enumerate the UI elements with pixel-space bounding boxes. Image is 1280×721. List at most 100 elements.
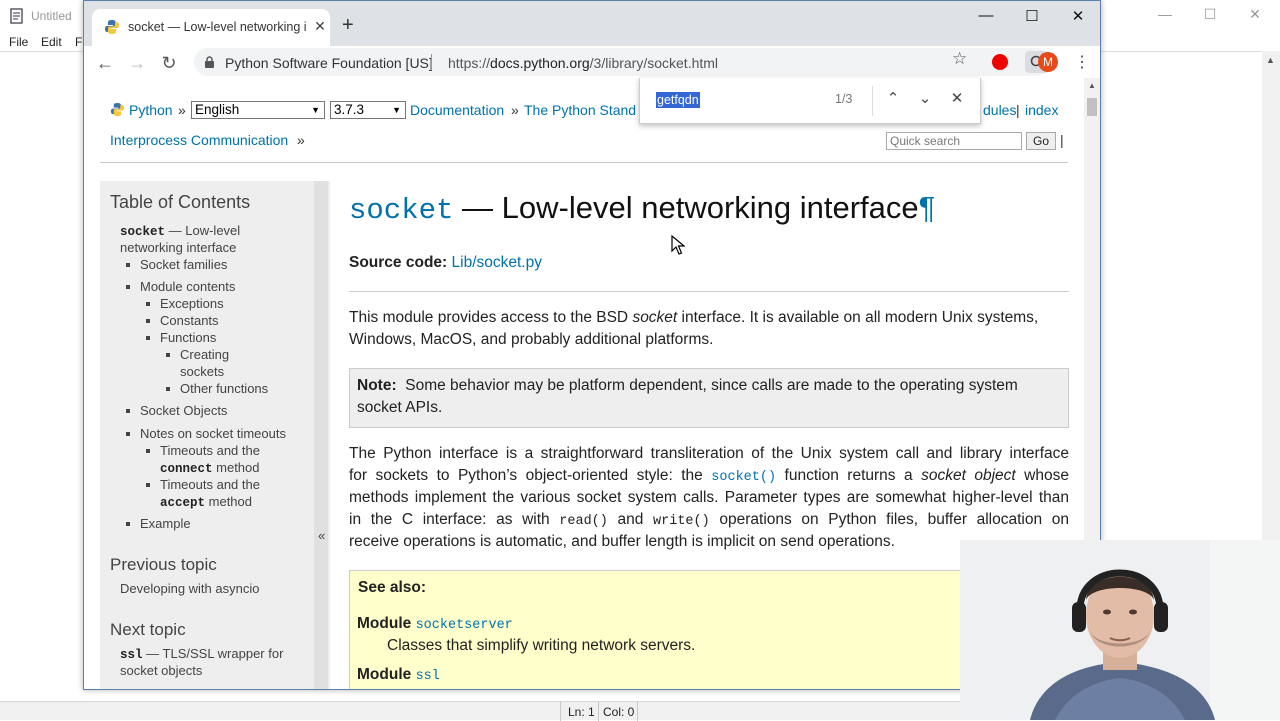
toc-item-creating-sockets[interactable]: Creating bbox=[180, 346, 229, 363]
toc-root-text-2[interactable]: networking interface bbox=[120, 239, 236, 256]
find-next-icon[interactable]: ⌄ bbox=[914, 88, 936, 110]
maximize-icon[interactable]: ☐ bbox=[1195, 6, 1225, 26]
source-code-link[interactable]: Lib/socket.py bbox=[452, 254, 542, 271]
close-icon[interactable]: ✕ bbox=[1058, 7, 1098, 27]
browser-window: socket — Low-level networking i ✕ + — ☐ … bbox=[83, 0, 1101, 690]
toc-item-socket-objects[interactable]: Socket Objects bbox=[140, 402, 227, 419]
nav-pipe: | bbox=[1060, 132, 1064, 148]
browser-tab[interactable]: socket — Low-level networking i ✕ bbox=[92, 9, 330, 46]
avatar[interactable]: M bbox=[1038, 52, 1058, 72]
url-text[interactable]: https://docs.python.org/3/library/socket… bbox=[448, 55, 718, 71]
version-selected: 3.7.3 bbox=[334, 102, 365, 117]
go-button[interactable]: Go bbox=[1026, 132, 1056, 150]
prev-topic-link[interactable]: Developing with asyncio bbox=[120, 580, 259, 597]
quick-search-input[interactable]: Quick search bbox=[886, 132, 1022, 150]
code-write: write() bbox=[653, 514, 710, 529]
text: Some behavior may be platform dependent,… bbox=[405, 377, 1018, 394]
tab-close-icon[interactable]: ✕ bbox=[310, 16, 330, 36]
notepad-menu-format[interactable]: F bbox=[75, 35, 82, 49]
toc-item-timeouts-connect[interactable]: Timeouts and the bbox=[160, 442, 260, 459]
toc-item-constants[interactable]: Constants bbox=[160, 312, 219, 329]
forward-arrow-icon[interactable]: → bbox=[126, 52, 148, 74]
documentation-link[interactable]: Documentation bbox=[410, 102, 504, 118]
module-socketserver-link[interactable]: socketserver bbox=[416, 618, 513, 633]
ipc-breadcrumb-link[interactable]: Interprocess Communication bbox=[110, 132, 288, 148]
toc-item-functions[interactable]: Functions bbox=[160, 329, 216, 346]
find-input[interactable]: getfqdn bbox=[656, 92, 700, 108]
toc-item-timeouts-accept[interactable]: Timeouts and the bbox=[160, 476, 260, 493]
status-col: Col: 0 bbox=[603, 705, 635, 719]
language-select[interactable]: English ▼ bbox=[191, 101, 325, 119]
find-close-icon[interactable]: ✕ bbox=[946, 88, 968, 110]
new-tab-icon[interactable]: + bbox=[342, 15, 354, 35]
scroll-up-icon[interactable]: ▲ bbox=[1266, 55, 1275, 65]
status-divider bbox=[560, 702, 561, 721]
toc-item-timeouts-accept-2[interactable]: accept method bbox=[160, 493, 252, 512]
text-em: socket bbox=[632, 309, 678, 326]
text: The Python interface is a straightforwar… bbox=[349, 445, 1069, 462]
bullet bbox=[166, 353, 170, 357]
text: in the C interface: as with bbox=[349, 511, 560, 528]
mouse-cursor-icon bbox=[671, 235, 685, 255]
next-topic-text: — TLS/SSL wrapper for bbox=[146, 646, 284, 661]
version-select[interactable]: 3.7.3 ▼ bbox=[330, 101, 406, 119]
paragraph-interface-l4: in the C interface: as with read() and w… bbox=[349, 509, 1069, 533]
python-favicon-icon bbox=[105, 20, 119, 34]
bookmark-star-icon[interactable]: ☆ bbox=[952, 49, 967, 69]
scrollbar-thumb[interactable] bbox=[1087, 98, 1097, 116]
toc-item-socket-families[interactable]: Socket families bbox=[140, 256, 227, 273]
next-topic-heading: Next topic bbox=[110, 620, 186, 639]
page-viewport: Python » English ▼ 3.7.3 ▼ Documentation… bbox=[84, 78, 1084, 689]
browser-toolbar: ← → ↻ Python Software Foundation [US] ht… bbox=[84, 46, 1100, 78]
permalink-icon[interactable]: ¶ bbox=[919, 190, 936, 225]
text: methods implement the various socket sys… bbox=[349, 489, 1069, 506]
note-text: Note: Some behavior may be platform depe… bbox=[357, 375, 1057, 419]
sidebar-collapse-bar[interactable] bbox=[314, 181, 328, 689]
python-home-link[interactable]: Python bbox=[129, 102, 173, 118]
toc-item-example[interactable]: Example bbox=[140, 515, 191, 532]
back-arrow-icon[interactable]: ← bbox=[94, 52, 116, 74]
toc-item-module-contents[interactable]: Module contents bbox=[140, 278, 235, 295]
text: receive operations is automatic, and buf… bbox=[349, 533, 895, 550]
toc-item-notes-timeouts[interactable]: Notes on socket timeouts bbox=[140, 425, 286, 442]
standard-library-link[interactable]: The Python Stand bbox=[524, 102, 636, 118]
chevron-down-icon: ▼ bbox=[392, 105, 401, 115]
index-link[interactable]: index bbox=[1025, 102, 1058, 118]
code-read: read() bbox=[559, 514, 608, 529]
toc-item-other-functions[interactable]: Other functions bbox=[180, 380, 268, 397]
status-line: Ln: 1 bbox=[568, 705, 595, 719]
tab-strip: socket — Low-level networking i ✕ + — ☐ … bbox=[84, 1, 1100, 46]
notepad-menu-edit[interactable]: Edit bbox=[41, 35, 62, 49]
webcam-overlay bbox=[960, 540, 1280, 720]
more-menu-icon[interactable]: ⋮ bbox=[1074, 52, 1090, 72]
reload-icon[interactable]: ↻ bbox=[158, 52, 180, 74]
scroll-up-icon[interactable]: ▲ bbox=[1088, 81, 1096, 90]
code-socket-link[interactable]: socket() bbox=[711, 470, 776, 485]
extension-icon[interactable] bbox=[992, 54, 1008, 70]
find-previous-icon[interactable]: ⌃ bbox=[882, 88, 904, 110]
close-icon[interactable]: ✕ bbox=[1240, 6, 1270, 26]
see-also-module-2: Module ssl bbox=[357, 664, 857, 688]
address-bar[interactable]: Python Software Foundation [US] https://… bbox=[194, 48, 1050, 76]
module-label: Module bbox=[357, 615, 412, 632]
modules-link[interactable]: dules bbox=[983, 102, 1016, 118]
bullet bbox=[126, 409, 130, 413]
module-ssl-link[interactable]: ssl bbox=[416, 669, 440, 684]
text: Windows, MacOS, and probably additional … bbox=[349, 331, 714, 348]
paragraph-interface-l3: methods implement the various socket sys… bbox=[349, 487, 1069, 509]
toc-item-exceptions[interactable]: Exceptions bbox=[160, 295, 224, 312]
toc-item-creating-sockets-2[interactable]: sockets bbox=[180, 363, 224, 380]
minimize-icon[interactable]: — bbox=[966, 7, 1006, 27]
text: interface. It is available on all modern… bbox=[677, 309, 1039, 326]
next-topic-link-2[interactable]: socket objects bbox=[120, 662, 202, 679]
notepad-menu-file[interactable]: File bbox=[9, 35, 28, 49]
maximize-icon[interactable]: ☐ bbox=[1012, 7, 1052, 27]
paragraph-intro: This module provides access to the BSD s… bbox=[349, 307, 1069, 351]
text: operations on Python files, buffer alloc… bbox=[709, 511, 1069, 528]
nav-pipe: | bbox=[1016, 102, 1020, 118]
presenter-video bbox=[960, 540, 1280, 720]
collapse-sidebar-icon[interactable]: « bbox=[318, 528, 325, 543]
method-text: method bbox=[208, 494, 253, 509]
minimize-icon[interactable]: — bbox=[1150, 6, 1180, 26]
method-text: method bbox=[216, 460, 260, 475]
